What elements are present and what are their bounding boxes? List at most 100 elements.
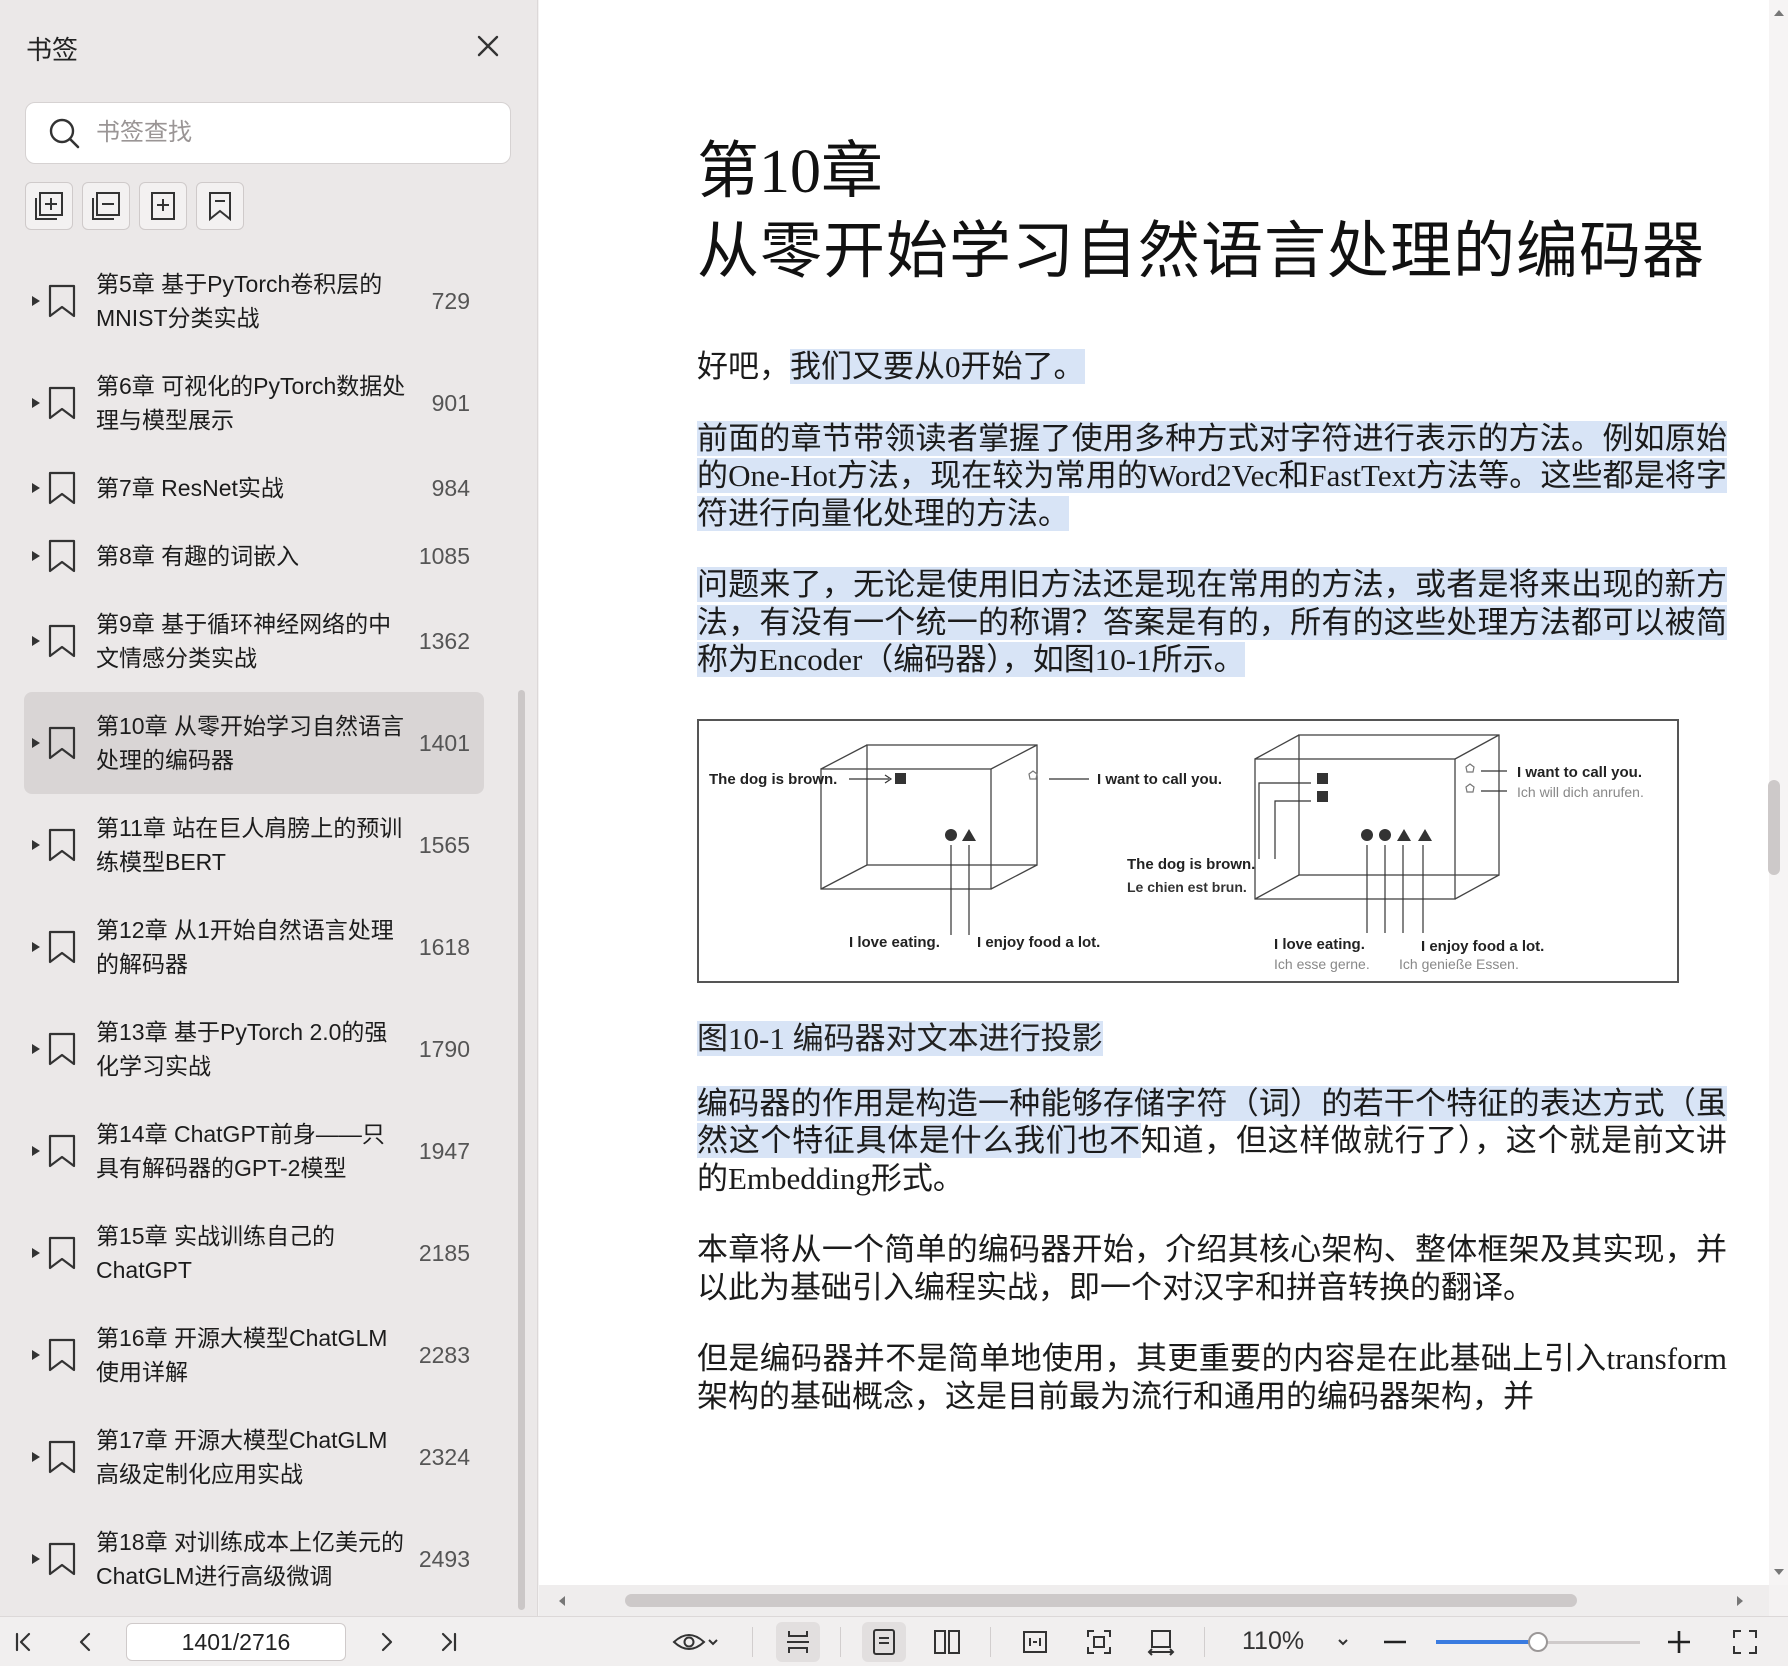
collapse-all-button[interactable] (82, 182, 130, 230)
bookmark-page-number: 1085 (418, 542, 470, 569)
p3-highlight: 问题来了，无论是使用旧方法还是现在常用的方法，或者是将来出现的新方法，有没有一个… (697, 567, 1727, 677)
fit-page-icon (1087, 1630, 1111, 1654)
single-page-button[interactable] (862, 1622, 906, 1662)
expand-arrow-icon[interactable] (30, 839, 42, 851)
expand-arrow-icon[interactable] (30, 1043, 42, 1055)
scroll-up-arrow-icon[interactable] (1771, 6, 1787, 20)
bookmark-icon (48, 539, 76, 573)
remove-bookmark-button[interactable] (196, 182, 244, 230)
bookmark-item[interactable]: 第6章 可视化的PyTorch数据处理与模型展示 901 (0, 352, 500, 454)
bookmark-label: 第14章 ChatGPT前身——只具有解码器的GPT-2模型 (96, 1121, 385, 1181)
last-page-button[interactable] (432, 1625, 466, 1659)
bookmark-item[interactable]: 第5章 基于PyTorch卷积层的MNIST分类实战 729 (0, 250, 500, 352)
bookmark-label: 第12章 从1开始自然语言处理的解码器 (96, 917, 394, 977)
bookmark-label: 第18章 对训练成本上亿美元的ChatGLM进行高级微调 (96, 1529, 404, 1589)
paragraph-5: 本章将从一个简单的编码器开始，介绍其核心架构、整体框架及其实现，并以此为基础引入… (697, 1232, 1727, 1305)
bookmark-label: 第7章 ResNet实战 (96, 475, 284, 501)
bookmark-page-number: 1790 (418, 1035, 470, 1062)
zoom-out-button[interactable] (1378, 1625, 1412, 1659)
separator (990, 1627, 991, 1657)
bookmark-item[interactable]: 第11章 站在巨人肩膀上的预训练模型BERT 1565 (0, 794, 500, 896)
zoom-in-button[interactable] (1662, 1625, 1696, 1659)
bookmark-item[interactable]: 第10章 从零开始学习自然语言处理的编码器 1401 (24, 692, 484, 794)
bookmark-page-number: 2283 (418, 1341, 470, 1368)
next-page-button[interactable] (370, 1625, 404, 1659)
previous-page-button[interactable] (68, 1625, 102, 1659)
continuous-scroll-button[interactable] (776, 1622, 820, 1662)
bookmark-item[interactable]: 第9章 基于循环神经网络的中文情感分类实战 1362 (0, 590, 500, 692)
document-horizontal-scrollbar[interactable] (539, 1585, 1769, 1616)
bookmark-item[interactable]: 第7章 ResNet实战 984 (0, 454, 500, 522)
first-page-button[interactable] (6, 1625, 40, 1659)
zoom-dropdown-button[interactable] (1326, 1625, 1360, 1659)
fit-width-button[interactable] (1018, 1625, 1052, 1659)
paragraph-2: 前面的章节带领读者掌握了使用多种方式对字符进行表示的方法。例如原始的One-Ho… (697, 420, 1727, 533)
bookmark-label: 第15章 实战训练自己的ChatGPT (96, 1223, 335, 1283)
fit-width-icon (1023, 1631, 1047, 1653)
fullscreen-button[interactable] (1728, 1625, 1762, 1659)
bookmark-item[interactable]: 第13章 基于PyTorch 2.0的强化学习实战 1790 (0, 998, 500, 1100)
expand-arrow-icon[interactable] (30, 295, 42, 307)
fig-right-label-6: Ich esse gerne. (1274, 956, 1370, 972)
expand-arrow-icon[interactable] (30, 1553, 42, 1565)
add-bookmark-button[interactable] (139, 182, 187, 230)
bookmark-item[interactable]: 第12章 从1开始自然语言处理的解码器 1618 (0, 896, 500, 998)
close-sidebar-button[interactable] (470, 28, 506, 64)
p1-highlight: 我们又要从0开始了。 (790, 349, 1085, 384)
bookmark-icon (48, 726, 76, 760)
bookmark-item[interactable]: 第16章 开源大模型ChatGLM使用详解 2283 (0, 1304, 500, 1406)
expand-arrow-icon[interactable] (30, 1247, 42, 1259)
expand-arrow-icon[interactable] (30, 550, 42, 562)
fullscreen-icon (1733, 1630, 1757, 1654)
rotate-page-button[interactable] (1144, 1625, 1178, 1659)
paragraph-1: 好吧，我们又要从0开始了。 (697, 348, 1727, 386)
vertical-scroll-thumb[interactable] (1768, 780, 1780, 875)
bookmark-page-number: 2185 (418, 1239, 470, 1266)
expand-arrow-icon[interactable] (30, 1145, 42, 1157)
zoom-slider-thumb[interactable] (1528, 1632, 1548, 1652)
bookmark-label: 第17章 开源大模型ChatGLM高级定制化应用实战 (96, 1427, 388, 1487)
bookmark-item[interactable]: 第15章 实战训练自己的ChatGPT 2185 (0, 1202, 500, 1304)
expand-all-icon (35, 192, 63, 220)
bookmark-icon (48, 284, 76, 318)
bookmark-item[interactable]: 第18章 对训练成本上亿美元的ChatGLM进行高级微调 2493 (0, 1508, 500, 1610)
bookmark-search-box[interactable] (25, 102, 511, 164)
bookmark-item[interactable]: 第14章 ChatGPT前身——只具有解码器的GPT-2模型 1947 (0, 1100, 500, 1202)
expand-arrow-icon[interactable] (30, 635, 42, 647)
separator (752, 1627, 753, 1657)
view-mode-dropdown[interactable] (664, 1625, 728, 1659)
horizontal-scroll-thumb[interactable] (625, 1594, 1577, 1607)
bookmark-label: 第6章 可视化的PyTorch数据处理与模型展示 (96, 373, 406, 433)
bookmark-tools (25, 182, 244, 230)
page-number-input[interactable]: 1401/2716 (126, 1623, 346, 1661)
bookmark-page-number: 2493 (418, 1545, 470, 1572)
two-page-button[interactable] (930, 1625, 964, 1659)
expand-arrow-icon[interactable] (30, 1349, 42, 1361)
zoom-level[interactable]: 110% (1242, 1627, 1304, 1656)
expand-all-button[interactable] (25, 182, 73, 230)
scroll-left-arrow-icon[interactable] (555, 1593, 569, 1609)
bookmark-outline-icon (209, 192, 231, 222)
bookmark-item[interactable]: 第8章 有趣的词嵌入 1085 (0, 522, 500, 590)
fig-left-label-1: The dog is brown. (709, 771, 837, 788)
expand-arrow-icon[interactable] (30, 1451, 42, 1463)
expand-arrow-icon[interactable] (30, 941, 42, 953)
paragraph-4: 编码器的作用是构造一种能够存储字符（词）的若干个特征的表达方式（虽然这个特征具体… (697, 1085, 1727, 1198)
bookmark-search-input[interactable] (96, 119, 476, 147)
expand-arrow-icon[interactable] (30, 737, 42, 749)
scroll-down-arrow-icon[interactable] (1771, 1565, 1787, 1579)
bookmark-page-number: 1401 (418, 729, 470, 756)
bookmark-label: 第10章 从零开始学习自然语言处理的编码器 (96, 713, 404, 773)
paragraph-3: 问题来了，无论是使用旧方法还是现在常用的方法，或者是将来出现的新方法，有没有一个… (697, 566, 1727, 679)
bookmark-item[interactable]: 第17章 开源大模型ChatGLM高级定制化应用实战 2324 (0, 1406, 500, 1508)
single-page-icon (873, 1629, 895, 1655)
rotate-icon (1147, 1630, 1175, 1656)
scroll-right-arrow-icon[interactable] (1733, 1593, 1747, 1609)
chevron-down-icon (1338, 1639, 1348, 1646)
expand-arrow-icon[interactable] (30, 397, 42, 409)
fit-page-button[interactable] (1082, 1625, 1116, 1659)
sidebar-scrollbar[interactable] (518, 690, 525, 1610)
bookmark-icon (48, 624, 76, 658)
expand-arrow-icon[interactable] (30, 482, 42, 494)
bookmark-label: 第5章 基于PyTorch卷积层的MNIST分类实战 (96, 271, 383, 331)
